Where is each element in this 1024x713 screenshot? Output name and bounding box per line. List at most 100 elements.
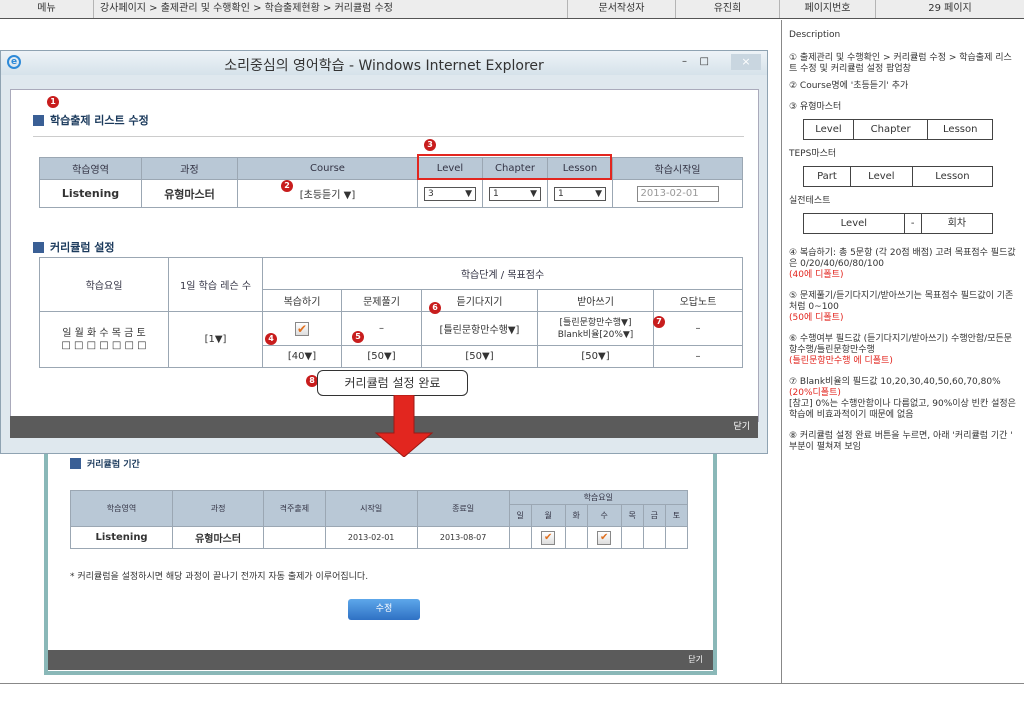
header-problems: 문제풀기 bbox=[341, 289, 422, 312]
start-date-input[interactable]: 2013-02-01 bbox=[636, 185, 719, 202]
window-title: 소리중심의 영어학습 - Windows Internet Explorer bbox=[224, 58, 544, 74]
listen-score-select[interactable]: [50▼] bbox=[421, 345, 538, 368]
listen-mode-select[interactable]: [틀린문항만수행▼] bbox=[421, 311, 538, 346]
period-day-wed: ✔ bbox=[586, 526, 622, 549]
day-tue: 화 bbox=[564, 504, 588, 527]
wrong-note-score: – bbox=[653, 345, 743, 368]
desc-item-8: ⑧ 커리큘럼 설정 완료 버튼을 누르면, 아래 '커리큘럼 기간 ' 부분이 … bbox=[789, 431, 1013, 452]
marker-1: 1 bbox=[47, 96, 59, 108]
section-curriculum-setting: 커리큘럼 설정 bbox=[33, 239, 115, 255]
page-number-label: 페이지번호 bbox=[780, 0, 876, 18]
edit-button[interactable]: 수정 bbox=[348, 599, 420, 620]
desc-item-2: ② Course명에 '초등듣기' 추가 bbox=[789, 81, 909, 91]
marker-3: 3 bbox=[424, 139, 436, 151]
period-area: Listening bbox=[69, 526, 174, 549]
period-day-thu bbox=[620, 526, 644, 549]
chevron-down-icon: ▼ bbox=[595, 188, 602, 199]
header-end: 종료일 bbox=[416, 490, 510, 527]
chevron-down-icon: ▼ bbox=[530, 188, 537, 199]
problems-score-select[interactable]: [50▼] bbox=[341, 345, 422, 368]
review-checkbox[interactable]: ✔ bbox=[295, 321, 309, 336]
header-start: 시작일 bbox=[324, 490, 418, 527]
marker-2: 2 bbox=[281, 180, 293, 192]
period-start: 2013-02-01 bbox=[324, 526, 418, 549]
highlight-box bbox=[417, 154, 612, 180]
document-header: 메뉴 강사페이지 > 출제관리 및 수행확인 > 학습출제현황 > 커리큘럼 수… bbox=[0, 0, 1024, 19]
header-stage-score: 학습단계 / 목표점수 bbox=[262, 257, 743, 290]
header-dictation: 받아쓰기 bbox=[537, 289, 654, 312]
course-type-value: 유형마스터 bbox=[141, 179, 238, 208]
curriculum-table: 학습요일 1일 학습 레슨 수 학습단계 / 목표점수 복습하기 문제풀기 듣기… bbox=[39, 257, 743, 368]
description-panel: Description ① 출제관리 및 수행확인 > 커리큘럼 수정 > 학습… bbox=[781, 20, 1024, 683]
header-start-date: 학습시작일 bbox=[612, 157, 743, 180]
header-wrong-note: 오답노트 bbox=[653, 289, 743, 312]
breadcrumb: 강사페이지 > 출제관리 및 수행확인 > 학습출제현황 > 커리큘럼 수정 bbox=[94, 0, 568, 18]
page-number: 29 페이지 bbox=[876, 0, 1024, 18]
desc-item-3: ③ 유형마스터 bbox=[789, 102, 842, 112]
type-master-table: Level Chapter Lesson bbox=[803, 119, 993, 140]
marker-5: 5 bbox=[352, 331, 364, 343]
marker-7: 7 bbox=[653, 316, 665, 328]
header-study-days: 학습요일 bbox=[39, 257, 169, 312]
day-wed: 수 bbox=[586, 504, 622, 527]
course-select[interactable]: [초등듣기 ▼] bbox=[237, 179, 418, 208]
header-area: 학습영역 bbox=[69, 490, 174, 527]
day-sat: 토 bbox=[664, 504, 689, 527]
window-titlebar: e 소리중심의 영어학습 - Windows Internet Explorer… bbox=[1, 51, 767, 75]
level-select[interactable]: 3 ▼ bbox=[424, 186, 476, 201]
blank-ratio-select[interactable]: Blank비율[20%▼] bbox=[540, 329, 651, 341]
chapter-select[interactable]: 1 ▼ bbox=[489, 186, 541, 201]
period-course: 유형마스터 bbox=[172, 526, 265, 549]
wrong-note-dash: – bbox=[653, 311, 743, 346]
period-table: 학습영역 과정 격주출제 시작일 종료일 학습요일 일 월 화 수 목 금 토 … bbox=[69, 490, 689, 549]
review-score-select[interactable]: [40▼] bbox=[262, 345, 342, 368]
close-button[interactable]: × bbox=[731, 54, 761, 70]
maximize-button[interactable]: □ bbox=[700, 56, 709, 67]
teps-table: Part Level Lesson bbox=[803, 166, 994, 187]
study-days-cell: 일 월 화 수 목 금 토 □ □ □ □ □ □ □ bbox=[39, 311, 169, 368]
header-course: 과정 bbox=[172, 490, 265, 527]
menu-label: 메뉴 bbox=[0, 0, 94, 18]
period-day-sat bbox=[664, 526, 689, 549]
checkbox-mon[interactable]: ✔ bbox=[541, 530, 556, 545]
curriculum-period-window: 커리큘럼 기간 학습영역 과정 격주출제 시작일 종료일 학습요일 일 월 화 … bbox=[44, 450, 717, 675]
section-icon bbox=[33, 241, 44, 253]
section-curriculum-period: 커리큘럼 기간 bbox=[70, 457, 140, 470]
day-checkboxes[interactable]: □ □ □ □ □ □ □ bbox=[42, 340, 166, 352]
down-arrow-icon bbox=[374, 395, 434, 457]
desc-item-6: ⑥ 수행여부 필드값 (듣기다지기/받아쓰기) 수행안함/모든문항수행/틀린문항… bbox=[789, 334, 1013, 366]
area-value: Listening bbox=[39, 179, 142, 208]
header-course-type: 과정 bbox=[141, 157, 238, 180]
marker-4: 4 bbox=[265, 333, 277, 345]
chevron-down-icon: ▼ bbox=[465, 188, 472, 199]
minimize-button[interactable]: – bbox=[682, 56, 687, 67]
day-sun: 일 bbox=[508, 504, 532, 527]
marker-6: 6 bbox=[429, 302, 441, 314]
real-test-table: Level - 회차 bbox=[803, 213, 994, 234]
dictation-mode-select[interactable]: [틀린문항만수행▼] bbox=[540, 317, 651, 329]
lesson-select[interactable]: 1 ▼ bbox=[554, 186, 606, 201]
header-biweekly: 격주출제 bbox=[263, 490, 326, 527]
daily-lessons-select[interactable]: [1▼] bbox=[168, 311, 263, 368]
description-heading: Description bbox=[789, 30, 841, 40]
curriculum-done-button[interactable]: 커리큘럼 설정 완료 bbox=[317, 370, 468, 396]
section-icon bbox=[70, 458, 81, 469]
period-notice: * 커리큘럼을 설정하시면 해당 과정이 끝나기 전까지 자동 출제가 이루어집… bbox=[70, 572, 369, 582]
period-day-fri bbox=[642, 526, 666, 549]
desc-item-4: ④ 복습하기: 총 5문항 (각 20점 배점) 고려 목표점수 필드값은 0/… bbox=[789, 248, 1016, 280]
day-mon: 월 bbox=[530, 504, 566, 527]
header-daily-lessons: 1일 학습 레슨 수 bbox=[168, 257, 263, 312]
day-thu: 목 bbox=[620, 504, 644, 527]
checkbox-wed[interactable]: ✔ bbox=[597, 530, 612, 545]
period-day-mon: ✔ bbox=[530, 526, 566, 549]
list-edit-table: 학습영역 과정 Course Level Chapter Lesson 학습시작… bbox=[39, 157, 743, 208]
dictation-score-select[interactable]: [50▼] bbox=[537, 345, 654, 368]
close-bar-behind[interactable]: 닫기 bbox=[48, 650, 713, 670]
header-area: 학습영역 bbox=[39, 157, 142, 180]
divider bbox=[33, 136, 744, 137]
header-days: 학습요일 bbox=[508, 490, 689, 505]
page-bottom-line bbox=[0, 683, 1024, 684]
day-fri: 금 bbox=[642, 504, 666, 527]
period-day-sun bbox=[508, 526, 532, 549]
desc-item-1: ① 출제관리 및 수행확인 > 커리큘럼 수정 > 학습출제 리스트 수정 및 … bbox=[789, 53, 1012, 74]
